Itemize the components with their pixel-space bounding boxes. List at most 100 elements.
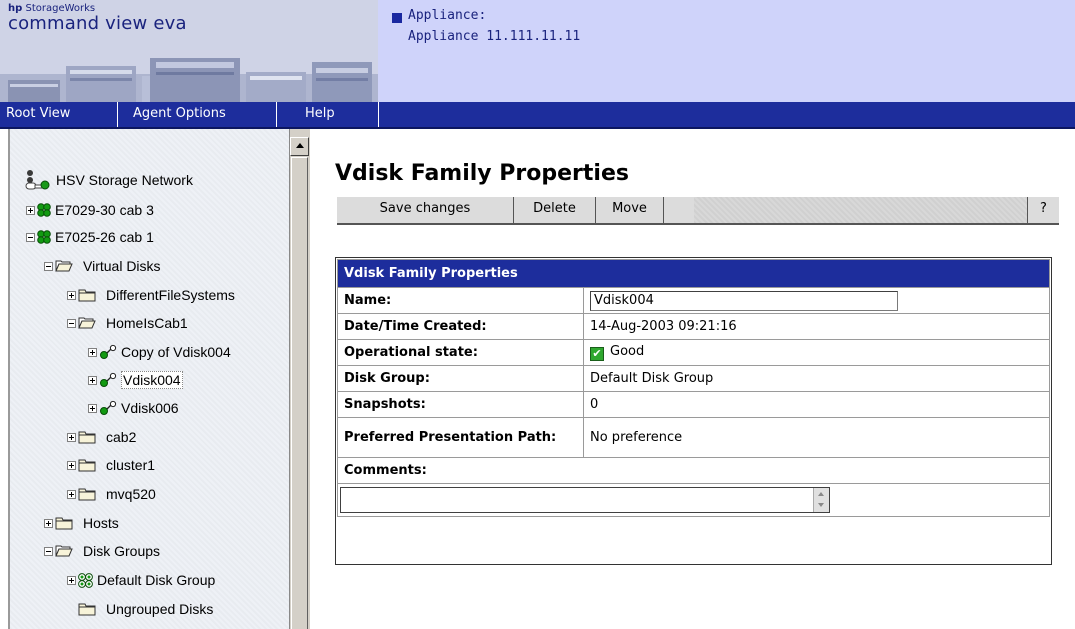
disk-group-value: Default Disk Group (583, 365, 1050, 392)
tree-item-label: Vdisk004 (121, 371, 183, 389)
tree-item-label: DifferentFileSystems (106, 287, 235, 303)
name-input[interactable] (590, 290, 898, 311)
menu-help[interactable]: Help (305, 102, 335, 127)
tree-item-vdisk004[interactable]: Vdisk004 (88, 369, 183, 391)
menu-root-view[interactable]: Root View (6, 102, 70, 127)
expand-plus-icon[interactable] (67, 575, 76, 585)
disk-group-icon (78, 572, 93, 588)
folder-icon (78, 603, 96, 616)
comments-textarea[interactable] (340, 487, 830, 513)
collapse-minus-icon[interactable] (44, 261, 53, 271)
created-value: 14-Aug-2003 09:21:16 (583, 313, 1050, 340)
snapshots-value: 0 (583, 391, 1050, 418)
comments-scroll-arrows-icon[interactable] (813, 488, 829, 512)
tree-item-label: HomeIsCab1 (106, 315, 188, 331)
created-label: Date/Time Created: (337, 313, 584, 340)
vdisk-icon (100, 344, 117, 359)
tree-item-hsv-storage-network[interactable]: HSV Storage Network (24, 169, 193, 191)
tree-item-default-disk-group[interactable]: Default Disk Group (67, 569, 215, 591)
tree-item-copy-of-vdisk004[interactable]: Copy of Vdisk004 (88, 341, 231, 363)
folder-icon (55, 517, 73, 530)
state-label: Operational state: (337, 339, 584, 366)
collapse-minus-icon[interactable] (67, 318, 76, 328)
storage-hardware-image (0, 58, 378, 102)
name-label: Name: (337, 287, 584, 314)
tree-item-label: Hosts (83, 515, 119, 531)
status-good-check-icon: ✔ (590, 347, 604, 361)
appliance-panel: Appliance: Appliance 11.111.11.11 (378, 0, 1075, 102)
tree-item-label: Default Disk Group (97, 572, 216, 588)
folder-open-icon (55, 260, 73, 272)
scroll-up-arrow-icon[interactable] (290, 137, 309, 156)
expand-plus-icon[interactable] (44, 518, 53, 528)
tree-item-label: E7029-30 cab 3 (55, 202, 154, 218)
expand-plus-icon[interactable] (88, 347, 97, 357)
snapshots-label: Snapshots: (337, 391, 584, 418)
network-icon (25, 170, 50, 190)
appliance-label: Appliance: (408, 8, 487, 23)
state-cell: ✔ Good (583, 339, 1050, 366)
tree-item-label: Disk Groups (83, 543, 161, 559)
product-logo: hp StorageWorks command view eva (8, 4, 187, 33)
navigation-tree: HSV Storage Network E7029-30 cab 3 E7025… (10, 129, 289, 629)
expand-plus-icon[interactable] (67, 489, 76, 499)
tree-item-cluster1[interactable]: cluster1 (67, 454, 155, 476)
properties-table: Vdisk Family Properties Name: Date/Time … (337, 259, 1050, 517)
help-button[interactable]: ? (1027, 197, 1059, 223)
expand-plus-icon[interactable] (67, 432, 76, 442)
menu-agent-options[interactable]: Agent Options (133, 102, 226, 127)
tree-item-label: HSV Storage Network (56, 172, 193, 188)
expand-plus-icon[interactable] (88, 403, 97, 413)
tree-item-label: E7025-26 cab 1 (55, 229, 154, 245)
tree-item-homeiscab1[interactable]: HomeIsCab1 (67, 312, 188, 334)
expand-plus-icon[interactable] (26, 205, 35, 215)
tree-item-label: Ungrouped Disks (106, 601, 214, 617)
page-title: Vdisk Family Properties (335, 161, 629, 186)
folder-open-icon (78, 317, 96, 329)
move-button[interactable]: Move (596, 197, 664, 223)
vdisk-icon (100, 400, 117, 415)
navigation-tree-pane: HSV Storage Network E7029-30 cab 3 E7025… (0, 129, 310, 629)
tree-item-label: cab2 (106, 429, 137, 445)
tree-item-cab2[interactable]: cab2 (67, 426, 136, 448)
tree-item-disk-groups[interactable]: Disk Groups (44, 540, 160, 562)
expand-plus-icon[interactable] (67, 290, 76, 300)
tree-item-label: mvq520 (106, 486, 156, 502)
tree-scrollbar[interactable] (289, 129, 310, 629)
tree-item-label: cluster1 (106, 457, 156, 473)
toolbar-filler (694, 197, 1027, 223)
folder-icon (78, 431, 96, 444)
folder-open-icon (55, 545, 73, 557)
comments-label: Comments: (337, 457, 1050, 484)
vdisk-icon (100, 372, 117, 387)
product-name: command view eva (8, 13, 187, 34)
action-toolbar: Save changes Delete Move ? (337, 197, 1059, 225)
path-value: No preference (583, 417, 1050, 458)
menu-separator (117, 102, 118, 127)
expand-plus-icon[interactable] (67, 460, 76, 470)
folder-icon (78, 289, 96, 302)
tree-item-mvq520[interactable]: mvq520 (67, 483, 156, 505)
tree-item-e7029-30-cab-3[interactable]: E7029-30 cab 3 (26, 199, 154, 221)
tree-item-vdisk006[interactable]: Vdisk006 (88, 397, 179, 419)
content-pane: Vdisk Family Properties Save changes Del… (310, 129, 1075, 629)
save-changes-button[interactable]: Save changes (337, 197, 514, 223)
tree-item-ungrouped-disks[interactable]: Ungrouped Disks (67, 598, 213, 620)
tree-item-hosts[interactable]: Hosts (44, 512, 119, 534)
path-label: Preferred Presentation Path: (337, 417, 584, 458)
expand-plus-icon[interactable] (88, 375, 97, 385)
scrollbar-thumb[interactable] (291, 157, 308, 629)
collapse-minus-icon[interactable] (44, 546, 53, 556)
delete-button[interactable]: Delete (514, 197, 596, 223)
folder-icon (78, 459, 96, 472)
properties-header: Vdisk Family Properties (337, 259, 1050, 288)
storage-system-icon (37, 203, 51, 217)
storage-system-icon (37, 230, 51, 244)
name-cell (583, 287, 1050, 314)
tree-item-e7025-26-cab-1[interactable]: E7025-26 cab 1 (26, 226, 154, 248)
tree-item-differentfilesystems[interactable]: DifferentFileSystems (67, 284, 235, 306)
tree-item-virtual-disks[interactable]: Virtual Disks (44, 255, 161, 277)
menu-separator (276, 102, 277, 127)
tree-item-label: Virtual Disks (83, 258, 161, 274)
collapse-minus-icon[interactable] (26, 232, 35, 242)
